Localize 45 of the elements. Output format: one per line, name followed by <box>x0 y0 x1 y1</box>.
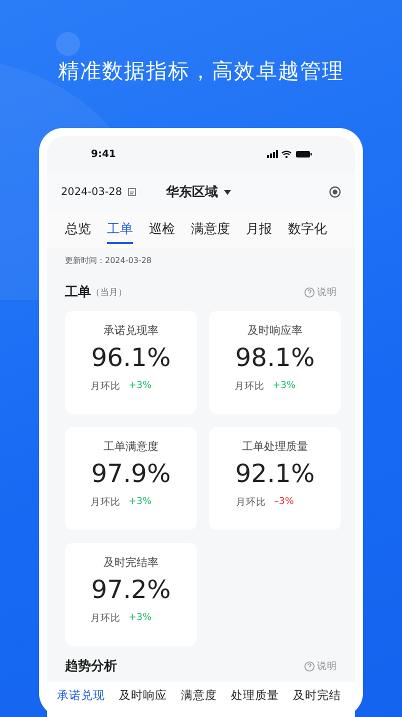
tab[interactable]: 满意度 <box>191 216 230 244</box>
target-icon[interactable] <box>329 186 341 198</box>
metric-title: 工单满意度 <box>104 439 158 454</box>
trend-tab[interactable]: 承诺兑现 <box>57 687 105 703</box>
help-icon <box>304 286 315 298</box>
status-time: 9:41 <box>91 148 116 160</box>
section-subtitle: （当月） <box>91 286 127 298</box>
delta-value: +3% <box>128 380 152 393</box>
section-title: 趋势分析 <box>65 658 117 675</box>
metric-value: 92.1% <box>235 459 315 488</box>
metric-value: 97.9% <box>91 459 171 488</box>
tab[interactable]: 数字化 <box>288 216 327 244</box>
headline: 精准数据指标，高效卓越管理 <box>58 58 344 85</box>
compare-label: 月环比 <box>90 496 120 509</box>
delta-value: +3% <box>128 496 152 509</box>
compare-label: 月环比 <box>90 380 120 393</box>
metric-value: 98.1% <box>235 343 315 372</box>
metric-value: 97.2% <box>91 575 171 604</box>
section-title: 工单 <box>65 284 91 301</box>
trend-tab[interactable]: 及时响应 <box>119 687 167 703</box>
metric-title: 及时完结率 <box>104 555 158 570</box>
compare-label: 月环比 <box>90 612 120 625</box>
trend-tab[interactable]: 满意度 <box>181 687 217 703</box>
region-dropdown[interactable]: 华东区域 <box>166 183 232 201</box>
metric-title: 及时响应率 <box>248 323 302 338</box>
delta-value: –3% <box>274 496 294 509</box>
tab[interactable]: 工单 <box>107 216 133 244</box>
trend-tab[interactable]: 处理质量 <box>231 687 279 703</box>
trend-tab[interactable]: 及时完结 <box>293 687 341 703</box>
update-time: 更新时间：2024-03-28 <box>64 255 152 267</box>
status-icons <box>267 149 313 159</box>
caret-icon <box>224 190 232 194</box>
compare-label: 月环比 <box>236 496 266 509</box>
tab[interactable]: 总览 <box>65 216 91 244</box>
compare-label: 月环比 <box>234 380 264 393</box>
date-text: 2024-03-28 <box>61 186 122 198</box>
delta-value: +3% <box>128 612 152 625</box>
metric-title: 承诺兑现率 <box>104 323 158 338</box>
delta-value: +3% <box>272 380 296 393</box>
tab[interactable]: 巡检 <box>149 216 175 244</box>
calendar-icon[interactable] <box>128 188 136 196</box>
metric-title: 工单处理质量 <box>242 439 308 454</box>
tab[interactable]: 月报 <box>246 216 272 244</box>
help-icon <box>304 660 315 672</box>
metric-value: 96.1% <box>91 343 171 372</box>
